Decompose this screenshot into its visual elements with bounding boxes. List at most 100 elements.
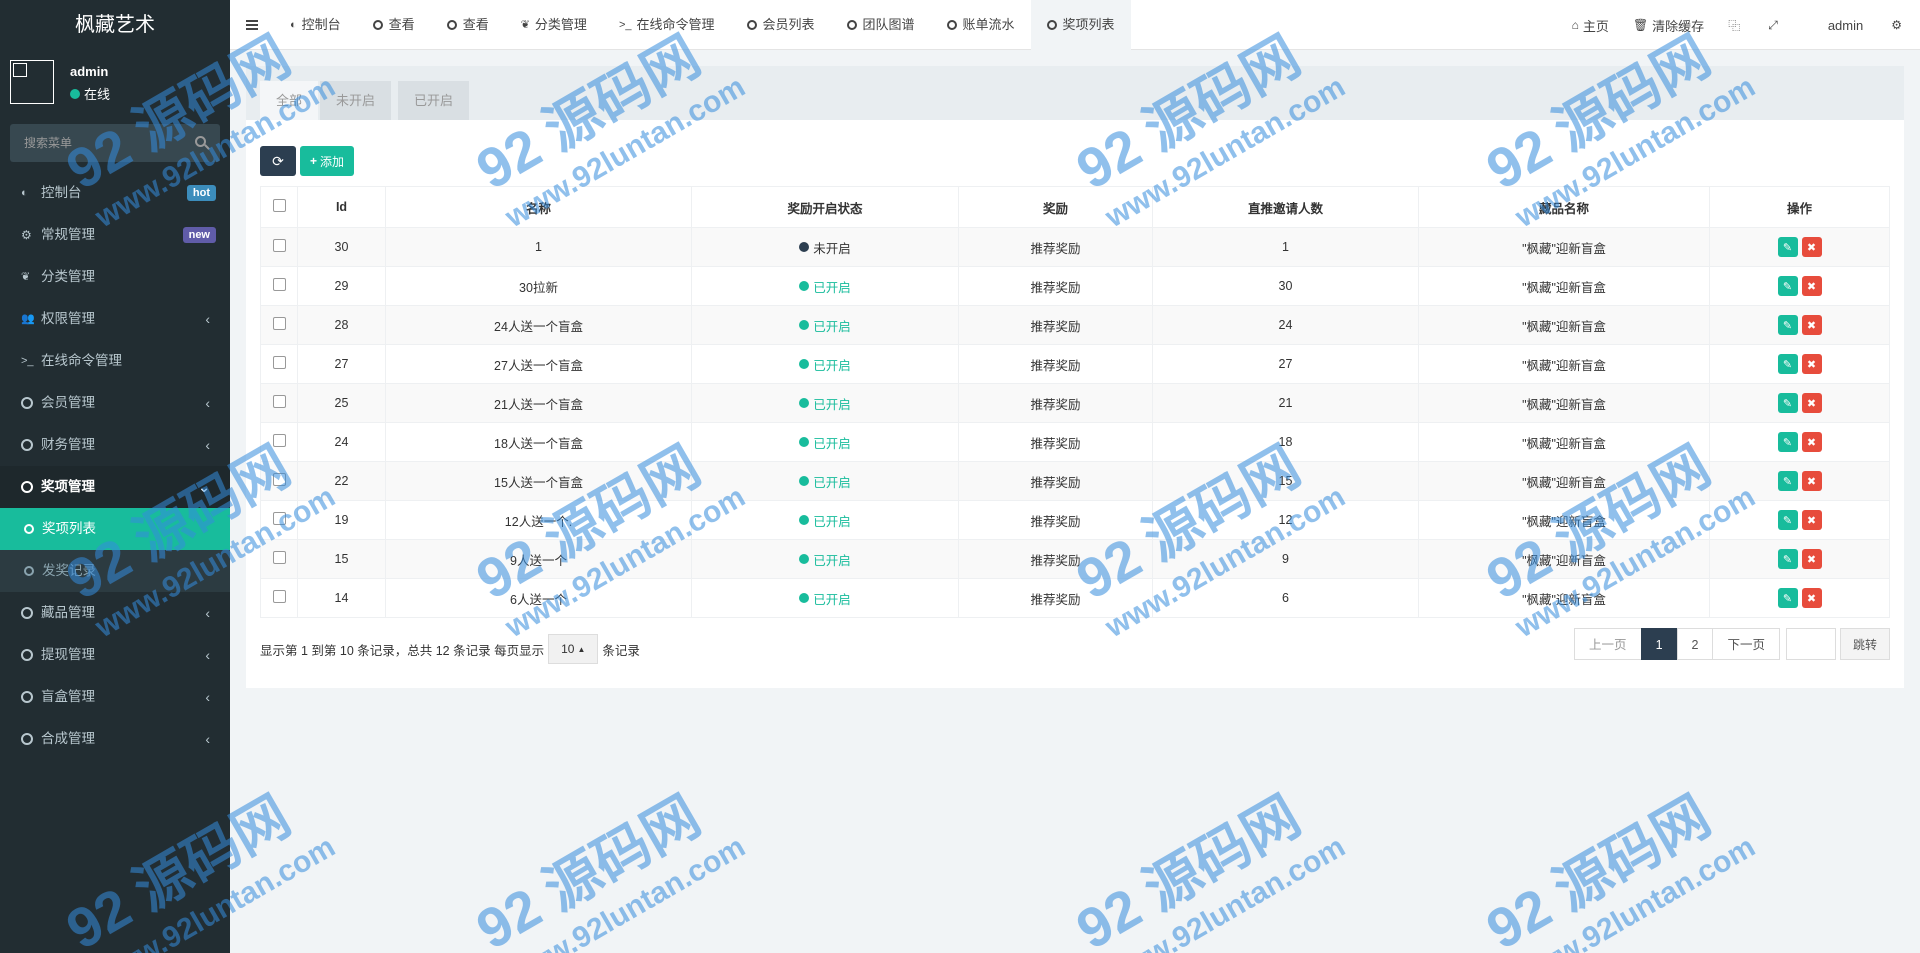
sidebar-item-auth[interactable]: 👥 权限管理 ‹: [0, 298, 230, 340]
trash-icon: ✖: [1806, 514, 1817, 527]
delete-button[interactable]: ✖: [1801, 354, 1822, 374]
column-header-item[interactable]: 藏品名称: [1418, 186, 1710, 228]
tab-not-enabled[interactable]: 未开启: [320, 81, 392, 120]
brand-logo[interactable]: 枫藏艺术: [0, 0, 230, 50]
tab-team-graph[interactable]: 团队图谱: [831, 0, 931, 50]
delete-button[interactable]: ✖: [1801, 510, 1822, 530]
row-checkbox[interactable]: [260, 227, 298, 267]
home-link[interactable]: ⌂ 主页: [1560, 16, 1621, 35]
user-menu[interactable]: admin: [1794, 18, 1891, 33]
column-header-count[interactable]: 直推邀请人数: [1152, 186, 1419, 228]
cell-count: 18: [1152, 422, 1419, 462]
cell-name: 21人送一个盲盒: [385, 383, 692, 423]
edit-button[interactable]: ✎: [1777, 393, 1798, 413]
sidebar-item-withdraw[interactable]: 提现管理 ‹: [0, 634, 230, 676]
sidebar-item-dashboard[interactable]: ◐ 控制台 hot: [0, 172, 230, 214]
tab-category[interactable]: ❦ 分类管理: [505, 0, 603, 50]
sidebar-item-finance[interactable]: 财务管理 ‹: [0, 424, 230, 466]
add-button[interactable]: + 添加: [300, 146, 355, 176]
sidebar-item-blindbox[interactable]: 盲盒管理 ‹: [0, 676, 230, 718]
prev-page-button[interactable]: 上一页: [1574, 628, 1642, 660]
row-checkbox[interactable]: [260, 383, 298, 423]
cell-reward: 推荐奖励: [958, 305, 1153, 345]
sidebar-item-collection[interactable]: 藏品管理 ‹: [0, 592, 230, 634]
sidebar-item-award-record[interactable]: 发奖记录: [0, 550, 230, 592]
circle-icon: [24, 524, 34, 534]
edit-button[interactable]: ✎: [1777, 315, 1798, 335]
jump-page-input[interactable]: [1785, 628, 1836, 660]
row-checkbox[interactable]: [260, 500, 298, 540]
language-icon[interactable]: ⿻: [1716, 17, 1756, 34]
tab-bill[interactable]: 账单流水: [931, 0, 1031, 50]
page-size-select[interactable]: 10 ▲: [548, 634, 599, 664]
edit-button[interactable]: ✎: [1777, 549, 1798, 569]
cell-id: 19: [297, 500, 386, 540]
clear-cache-button[interactable]: 🗑 清除缓存: [1621, 16, 1716, 35]
row-checkbox[interactable]: [260, 422, 298, 462]
row-checkbox[interactable]: [260, 305, 298, 345]
trash-icon: ✖: [1806, 475, 1817, 488]
edit-button[interactable]: ✎: [1777, 276, 1798, 296]
sidebar-item-general[interactable]: ⚙ 常规管理 new: [0, 214, 230, 256]
sidebar-item-command[interactable]: >_ 在线命令管理: [0, 340, 230, 382]
tab-view-2[interactable]: 查看: [431, 0, 505, 50]
sidebar-item-award[interactable]: 奖项管理 ⌄: [0, 466, 230, 508]
settings-gear-icon[interactable]: ⚙: [1891, 18, 1920, 32]
tab-view-1[interactable]: 查看: [357, 0, 431, 50]
cell-item: "枫藏"迎新盲盒: [1418, 578, 1710, 618]
tab-all[interactable]: 全部: [260, 81, 319, 120]
edit-button[interactable]: ✎: [1777, 588, 1798, 608]
cell-item: "枫藏"迎新盲盒: [1418, 500, 1710, 540]
table-row: 25 21人送一个盲盒 已开启 推荐奖励 21 "枫藏"迎新盲盒 ✎ ✖: [260, 383, 1890, 423]
column-header-id[interactable]: Id: [297, 186, 386, 228]
delete-button[interactable]: ✖: [1801, 432, 1822, 452]
tab-command[interactable]: >_ 在线命令管理: [603, 0, 731, 50]
delete-button[interactable]: ✖: [1801, 588, 1822, 608]
fullscreen-icon[interactable]: ⤢: [1756, 18, 1794, 33]
edit-button[interactable]: ✎: [1777, 432, 1798, 452]
cell-name: 12人送一个.: [385, 500, 692, 540]
edit-button[interactable]: ✎: [1777, 471, 1798, 491]
status-dot-icon: [799, 242, 810, 252]
jump-button[interactable]: 跳转: [1839, 628, 1890, 660]
sidebar-item-synthesis[interactable]: 合成管理 ‹: [0, 718, 230, 760]
column-header-name[interactable]: 名称: [385, 186, 692, 228]
refresh-button[interactable]: ⟳: [260, 146, 296, 176]
delete-button[interactable]: ✖: [1801, 393, 1822, 413]
delete-button[interactable]: ✖: [1801, 237, 1822, 257]
row-checkbox[interactable]: [260, 344, 298, 384]
row-checkbox[interactable]: [260, 461, 298, 501]
delete-button[interactable]: ✖: [1801, 315, 1822, 335]
sidebar-item-member[interactable]: 会员管理 ‹: [0, 382, 230, 424]
delete-button[interactable]: ✖: [1801, 549, 1822, 569]
row-checkbox[interactable]: [260, 539, 298, 579]
column-header-status[interactable]: 奖励开启状态: [691, 186, 959, 228]
cell-actions: ✎ ✖: [1709, 461, 1890, 501]
column-header-reward[interactable]: 奖励: [958, 186, 1153, 228]
tab-award-list[interactable]: 奖项列表: [1030, 0, 1131, 50]
row-checkbox[interactable]: [260, 266, 298, 306]
tab-member-list[interactable]: 会员列表: [731, 0, 831, 50]
sidebar-item-award-list[interactable]: 奖项列表: [0, 508, 230, 550]
menu-toggle-icon[interactable]: [230, 0, 274, 50]
edit-button[interactable]: ✎: [1777, 354, 1798, 374]
select-all-checkbox[interactable]: [260, 186, 298, 228]
edit-button[interactable]: ✎: [1777, 510, 1798, 530]
table-row: 22 15人送一个盲盒 已开启 推荐奖励 15 "枫藏"迎新盲盒 ✎ ✖: [260, 461, 1890, 501]
menu-search-input[interactable]: 搜索菜单: [10, 124, 220, 162]
search-icon[interactable]: [195, 136, 206, 147]
sidebar-item-category[interactable]: ❦ 分类管理: [0, 256, 230, 298]
tab-enabled[interactable]: 已开启: [398, 81, 470, 120]
delete-button[interactable]: ✖: [1801, 276, 1822, 296]
pencil-icon: ✎: [1782, 397, 1793, 410]
tab-dashboard[interactable]: ◐ 控制台: [274, 0, 357, 50]
next-page-button[interactable]: 下一页: [1712, 628, 1780, 660]
cell-status: 已开启: [691, 383, 959, 423]
page-2-button[interactable]: 2: [1676, 628, 1714, 660]
delete-button[interactable]: ✖: [1801, 471, 1822, 491]
table-header: Id 名称 奖励开启状态 奖励 直推邀请人数 藏品名称 操作: [260, 186, 1890, 228]
page-1-button[interactable]: 1: [1640, 628, 1678, 660]
edit-button[interactable]: ✎: [1777, 237, 1798, 257]
row-checkbox[interactable]: [260, 578, 298, 618]
trash-icon: ✖: [1806, 397, 1817, 410]
